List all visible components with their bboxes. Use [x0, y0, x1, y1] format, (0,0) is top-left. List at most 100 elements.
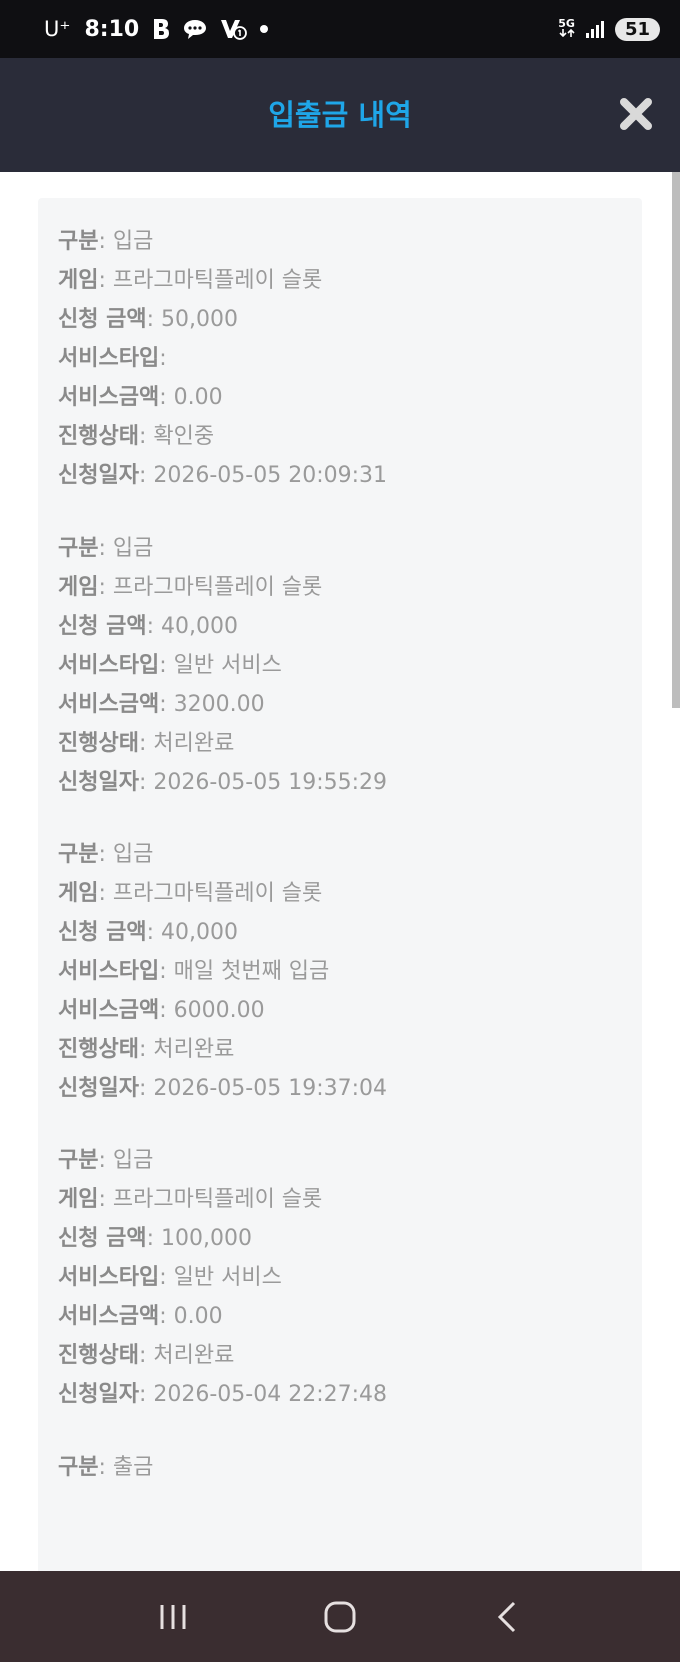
close-button[interactable]	[618, 96, 654, 132]
transaction-record: 구분: 입금 게임: 프라그마틱플레이 슬롯 신청 금액: 50,000 서비스타입:…	[38, 198, 642, 512]
record-row-status: 진행상태: 처리완료	[58, 726, 642, 765]
label-separator: :	[159, 1304, 174, 1329]
record-row-date: 신청일자: 2026-05-05 20:09:31	[58, 458, 642, 497]
label-separator: :	[159, 385, 174, 410]
status-label: 진행상태	[58, 1037, 139, 1062]
type-value: 입금	[112, 842, 154, 867]
type-value: 입금	[112, 1148, 154, 1173]
label-separator: :	[98, 1187, 113, 1212]
status-label: 진행상태	[58, 731, 139, 756]
record-row-date: 신청일자: 2026-05-05 19:55:29	[58, 765, 642, 804]
service-type-value: 매일 첫번째 입금	[173, 959, 330, 984]
label-separator: :	[159, 1265, 174, 1290]
record-row-date: 신청일자: 2026-05-05 19:37:04	[58, 1071, 642, 1110]
record-row-service-amount: 서비스금액: 3200.00	[58, 687, 642, 726]
date-label: 신청일자	[58, 1382, 139, 1407]
signal-strength-icon	[585, 20, 605, 38]
transaction-record: 구분: 입금 게임: 프라그마틱플레이 슬롯 신청 금액: 40,000 서비스타입:…	[38, 811, 642, 1125]
type-label: 구분	[58, 536, 99, 561]
date-label: 신청일자	[58, 770, 139, 795]
service-type-label: 서비스타입	[58, 959, 160, 984]
transaction-record: 구분: 입금 게임: 프라그마틱플레이 슬롯 신청 금액: 100,000 서비스타입…	[38, 1117, 642, 1431]
status-value: 처리완료	[153, 1343, 235, 1368]
game-value: 프라그마틱플레이 슬롯	[112, 1187, 323, 1212]
label-separator: :	[138, 1343, 154, 1368]
type-value: 입금	[112, 229, 154, 254]
game-value: 프라그마틱플레이 슬롯	[112, 268, 323, 293]
record-row-amount: 신청 금액: 40,000	[58, 609, 642, 648]
label-separator: :	[98, 536, 113, 561]
record-row-game: 게임: 프라그마틱플레이 슬롯	[58, 1182, 642, 1221]
amount-value: 100,000	[161, 1226, 253, 1251]
status-bar: U⁺ 8:10 5G 51	[0, 0, 680, 58]
label-separator: :	[138, 463, 154, 488]
service-amount-value: 6000.00	[173, 998, 265, 1023]
date-value: 2026-05-05 19:55:29	[153, 770, 388, 795]
record-row-service-amount: 서비스금액: 0.00	[58, 380, 642, 419]
type-label: 구분	[58, 229, 99, 254]
back-button[interactable]	[477, 1587, 537, 1647]
app-b-icon	[151, 18, 171, 40]
label-separator: :	[98, 575, 113, 600]
service-amount-value: 0.00	[173, 385, 223, 410]
record-row-type: 구분: 입금	[58, 837, 642, 876]
amount-value: 40,000	[161, 920, 239, 945]
page-title: 입출금 내역	[268, 98, 412, 132]
label-separator: :	[159, 998, 174, 1023]
status-value: 처리완료	[153, 1037, 235, 1062]
service-type-value: 일반 서비스	[173, 653, 282, 678]
label-separator: :	[98, 842, 113, 867]
game-label: 게임	[58, 268, 99, 293]
record-row-game: 게임: 프라그마틱플레이 슬롯	[58, 263, 642, 302]
record-row-amount: 신청 금액: 100,000	[58, 1221, 642, 1260]
label-separator: :	[159, 653, 174, 678]
record-row-amount: 신청 금액: 40,000	[58, 915, 642, 954]
service-amount-label: 서비스금액	[58, 998, 160, 1023]
record-row-game: 게임: 프라그마틱플레이 슬롯	[58, 570, 642, 609]
game-label: 게임	[58, 881, 99, 906]
service-type-label: 서비스타입	[58, 653, 160, 678]
scrollbar[interactable]	[672, 172, 680, 708]
record-row-type: 구분: 입금	[58, 1143, 642, 1182]
service-type-label: 서비스타입	[58, 1265, 160, 1290]
label-separator: :	[98, 268, 113, 293]
date-value: 2026-05-05 20:09:31	[153, 463, 388, 488]
date-label: 신청일자	[58, 1076, 139, 1101]
label-separator: :	[159, 959, 174, 984]
network-type-icon: 5G	[558, 18, 575, 39]
label-separator: :	[146, 1226, 162, 1251]
type-label: 구분	[58, 1455, 99, 1480]
record-row-service-amount: 서비스금액: 6000.00	[58, 993, 642, 1032]
label-separator: :	[98, 1455, 113, 1480]
label-separator: :	[98, 881, 113, 906]
record-row-service-type: 서비스타입:	[58, 341, 642, 380]
page-header: 입출금 내역	[0, 58, 680, 172]
status-label: 진행상태	[58, 424, 139, 449]
record-row-game: 게임: 프라그마틱플레이 슬롯	[58, 876, 642, 915]
recent-apps-icon	[160, 1604, 186, 1629]
label-separator: :	[98, 1148, 113, 1173]
notification-dot-icon	[259, 24, 269, 34]
label-separator: :	[146, 307, 162, 332]
clock: 8:10	[84, 16, 140, 42]
amount-label: 신청 금액	[58, 920, 147, 945]
label-separator: :	[138, 731, 154, 756]
type-value: 입금	[112, 536, 154, 561]
navigation-bar	[0, 1571, 680, 1662]
label-separator: :	[138, 424, 154, 449]
record-row-service-amount: 서비스금액: 0.00	[58, 1299, 642, 1338]
record-row-status: 진행상태: 처리완료	[58, 1338, 642, 1377]
close-icon	[620, 98, 652, 130]
amount-value: 40,000	[161, 614, 239, 639]
game-label: 게임	[58, 1187, 99, 1212]
recent-apps-button[interactable]	[143, 1587, 203, 1647]
home-button[interactable]	[310, 1587, 370, 1647]
label-separator: :	[138, 770, 154, 795]
transaction-list[interactable]: 구분: 입금 게임: 프라그마틱플레이 슬롯 신청 금액: 50,000 서비스타입:…	[0, 172, 672, 1571]
type-label: 구분	[58, 842, 99, 867]
game-label: 게임	[58, 575, 99, 600]
date-label: 신청일자	[58, 463, 139, 488]
date-value: 2026-05-05 19:37:04	[153, 1076, 388, 1101]
game-value: 프라그마틱플레이 슬롯	[112, 881, 323, 906]
record-row-service-type: 서비스타입: 일반 서비스	[58, 1260, 642, 1299]
